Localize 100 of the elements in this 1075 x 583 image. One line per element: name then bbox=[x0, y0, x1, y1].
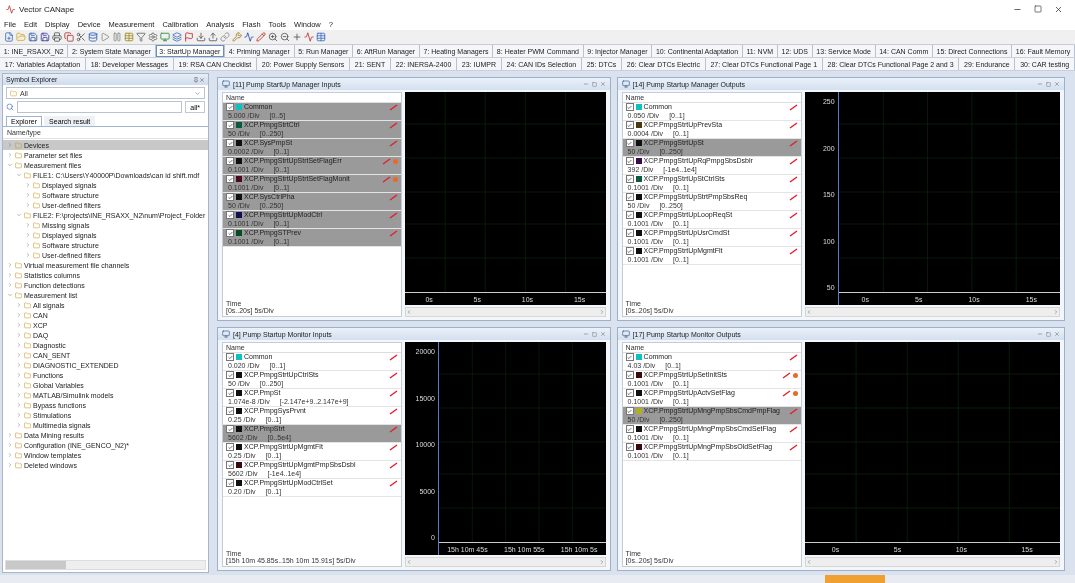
checkbox[interactable] bbox=[226, 443, 234, 452]
folder-icon bbox=[15, 271, 22, 279]
play-icon[interactable] bbox=[100, 32, 110, 42]
printer-icon[interactable] bbox=[52, 32, 62, 42]
scroll-right-icon[interactable] bbox=[1053, 309, 1059, 315]
checkbox[interactable] bbox=[625, 229, 634, 238]
maximize-icon[interactable] bbox=[1046, 81, 1051, 87]
horizontal-scrollbar[interactable] bbox=[804, 557, 1060, 567]
save-icon[interactable] bbox=[28, 32, 38, 42]
upload-icon[interactable] bbox=[208, 32, 218, 42]
pen-slash-icon[interactable] bbox=[389, 461, 398, 469]
checkbox[interactable] bbox=[226, 425, 234, 434]
checkbox[interactable] bbox=[226, 175, 234, 184]
new-file-icon[interactable] bbox=[4, 32, 14, 42]
checkbox[interactable] bbox=[226, 389, 234, 398]
filter-icon[interactable] bbox=[136, 32, 146, 42]
monitor-icon[interactable] bbox=[160, 32, 170, 42]
pen-slash-icon[interactable] bbox=[389, 353, 398, 361]
scissors-icon[interactable] bbox=[76, 32, 86, 42]
copy-icon[interactable] bbox=[64, 32, 74, 42]
checkbox[interactable] bbox=[625, 353, 634, 362]
flag-icon[interactable] bbox=[184, 32, 194, 42]
folder-icon bbox=[24, 381, 31, 389]
plus-icon[interactable] bbox=[292, 32, 302, 42]
checkbox[interactable] bbox=[625, 175, 634, 184]
checkbox[interactable] bbox=[625, 389, 634, 398]
chart-window-icon bbox=[222, 330, 230, 338]
scroll-right-icon[interactable] bbox=[1053, 559, 1059, 565]
checkbox[interactable] bbox=[226, 139, 234, 148]
scroll-left-icon[interactable] bbox=[406, 559, 412, 565]
folder-icon bbox=[24, 361, 31, 369]
checkbox[interactable] bbox=[226, 193, 234, 202]
folder-icon bbox=[15, 141, 22, 149]
scroll-left-icon[interactable] bbox=[406, 309, 412, 315]
table-icon[interactable] bbox=[316, 32, 326, 42]
horizontal-scrollbar[interactable] bbox=[804, 307, 1060, 317]
checkbox[interactable] bbox=[226, 479, 234, 488]
folder-icon bbox=[15, 261, 22, 269]
checkbox[interactable] bbox=[625, 157, 634, 166]
save-icon[interactable] bbox=[40, 32, 50, 42]
download-icon[interactable] bbox=[196, 32, 206, 42]
layers-icon[interactable] bbox=[172, 32, 182, 42]
checkbox[interactable] bbox=[625, 103, 634, 112]
pen-slash-icon[interactable] bbox=[389, 407, 398, 415]
scroll-left-icon[interactable] bbox=[805, 309, 812, 315]
checkbox[interactable] bbox=[226, 461, 234, 470]
activity-icon[interactable] bbox=[244, 32, 254, 42]
checkbox[interactable] bbox=[226, 211, 234, 220]
checkbox[interactable] bbox=[625, 193, 634, 202]
maximize-icon[interactable] bbox=[1046, 331, 1051, 337]
folder-icon bbox=[15, 461, 22, 469]
folder-icon bbox=[24, 171, 31, 179]
wrench-icon[interactable] bbox=[232, 32, 242, 42]
pen-slash-icon[interactable] bbox=[389, 443, 398, 451]
settings-icon[interactable] bbox=[148, 32, 158, 42]
search-icon[interactable] bbox=[6, 103, 14, 111]
checkbox[interactable] bbox=[625, 139, 634, 148]
horizontal-scrollbar[interactable] bbox=[405, 307, 606, 317]
pen-slash-icon[interactable] bbox=[389, 371, 398, 379]
pencil-icon[interactable] bbox=[256, 32, 266, 42]
chart-window-icon bbox=[222, 80, 230, 88]
checkbox[interactable] bbox=[625, 425, 634, 434]
checkbox[interactable] bbox=[226, 353, 234, 362]
pen-slash-icon[interactable] bbox=[389, 479, 398, 487]
folder-icon[interactable] bbox=[16, 32, 26, 42]
folder-icon bbox=[24, 321, 31, 329]
zoom-out-icon[interactable] bbox=[280, 32, 290, 42]
checkbox[interactable] bbox=[625, 247, 634, 256]
scroll-right-icon[interactable] bbox=[598, 309, 605, 315]
maximize-icon[interactable] bbox=[591, 331, 597, 337]
table-icon[interactable] bbox=[124, 32, 134, 42]
checkbox[interactable] bbox=[226, 157, 234, 166]
pin-icon[interactable] bbox=[193, 76, 199, 83]
checkbox[interactable] bbox=[226, 371, 234, 380]
checkbox[interactable] bbox=[625, 443, 634, 452]
checkbox[interactable] bbox=[226, 121, 234, 130]
scroll-right-icon[interactable] bbox=[598, 559, 605, 565]
folder-icon bbox=[15, 441, 22, 449]
horizontal-scrollbar[interactable] bbox=[5, 560, 206, 570]
activity-icon[interactable] bbox=[304, 32, 314, 42]
checkbox[interactable] bbox=[625, 407, 634, 416]
chart-window-icon bbox=[621, 330, 630, 338]
checkbox[interactable] bbox=[625, 371, 634, 380]
database-icon[interactable] bbox=[88, 32, 98, 42]
scroll-left-icon[interactable] bbox=[805, 559, 812, 565]
maximize-icon[interactable] bbox=[591, 81, 597, 87]
checkbox[interactable] bbox=[226, 103, 234, 112]
link-icon[interactable] bbox=[220, 32, 230, 42]
folder-icon bbox=[15, 151, 22, 159]
checkbox[interactable] bbox=[625, 211, 634, 220]
zoom-in-icon[interactable] bbox=[268, 32, 278, 42]
maximize-icon[interactable] bbox=[1034, 5, 1042, 13]
horizontal-scrollbar[interactable] bbox=[405, 557, 606, 567]
close-icon[interactable] bbox=[1054, 4, 1063, 14]
pen-slash-icon[interactable] bbox=[389, 389, 398, 397]
checkbox[interactable] bbox=[625, 121, 634, 130]
checkbox[interactable] bbox=[226, 407, 234, 416]
pause-icon[interactable] bbox=[112, 32, 122, 42]
search-field[interactable] bbox=[17, 101, 183, 113]
checkbox[interactable] bbox=[226, 229, 234, 238]
